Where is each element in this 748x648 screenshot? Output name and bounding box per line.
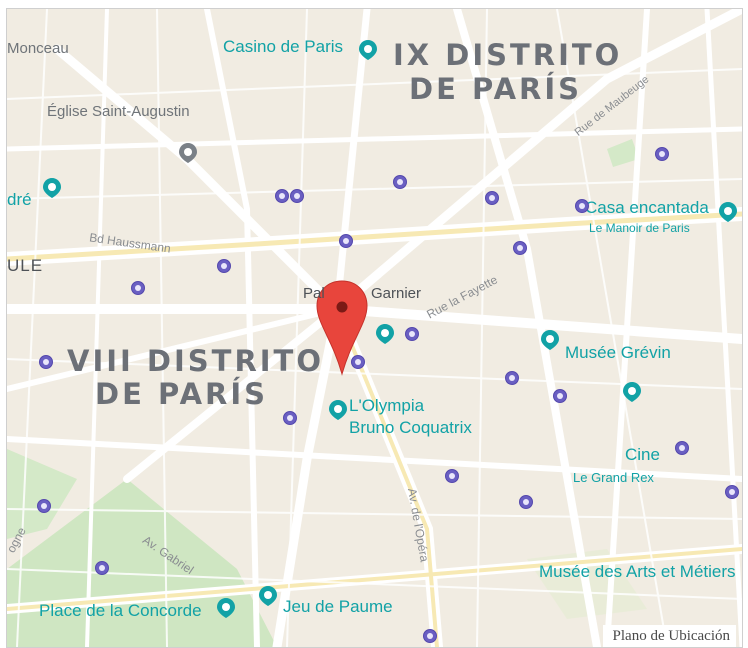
- place-pin-icon[interactable]: [257, 585, 279, 607]
- district-ix-line1: IX DISTRITO: [393, 38, 623, 72]
- poi-cine-label[interactable]: Cine: [625, 446, 660, 463]
- place-pin-icon[interactable]: [41, 177, 63, 199]
- poi-olympia-label[interactable]: L'Olympia: [349, 397, 424, 414]
- metro-station-icon[interactable]: [290, 189, 304, 203]
- metro-station-icon[interactable]: [393, 175, 407, 189]
- map-frame[interactable]: IX DISTRITO DE PARÍS VIII DISTRITO DE PA…: [6, 8, 743, 648]
- poi-palais-garnier-a[interactable]: Pal: [303, 286, 325, 301]
- poi-augustin-label[interactable]: Église Saint-Augustin: [47, 104, 190, 119]
- poi-musee-grevin-label[interactable]: Musée Grévin: [565, 344, 671, 361]
- area-monceau-label: Monceau: [7, 40, 69, 57]
- place-pin-icon[interactable]: [327, 399, 349, 421]
- poi-grand-rex-label[interactable]: Le Grand Rex: [573, 471, 654, 484]
- poi-jeu-paume-label[interactable]: Jeu de Paume: [283, 598, 393, 615]
- metro-station-icon[interactable]: [513, 241, 527, 255]
- map-caption: Plano de Ubicación: [602, 625, 736, 647]
- place-pin-icon[interactable]: [621, 381, 643, 403]
- metro-station-icon[interactable]: [445, 469, 459, 483]
- district-viii-line2: DE PARÍS: [95, 377, 269, 411]
- metro-station-icon[interactable]: [339, 234, 353, 248]
- metro-station-icon[interactable]: [725, 485, 739, 499]
- district-ix-line2: DE PARÍS: [409, 72, 583, 106]
- metro-station-icon[interactable]: [575, 199, 589, 213]
- place-pin-icon[interactable]: [539, 329, 561, 351]
- metro-station-icon[interactable]: [351, 355, 365, 369]
- district-viii-line1: VIII DISTRITO: [67, 344, 324, 378]
- metro-station-icon[interactable]: [37, 499, 51, 513]
- place-pin-icon[interactable]: [215, 597, 237, 619]
- poi-casino-label[interactable]: Casino de Paris: [223, 38, 343, 55]
- metro-station-icon[interactable]: [423, 629, 437, 643]
- metro-station-icon[interactable]: [275, 189, 289, 203]
- metro-station-icon[interactable]: [519, 495, 533, 509]
- metro-station-icon[interactable]: [655, 147, 669, 161]
- metro-station-icon[interactable]: [283, 411, 297, 425]
- poi-palais-garnier-b[interactable]: Garnier: [371, 286, 421, 301]
- poi-dre-label[interactable]: dré: [7, 191, 32, 208]
- metro-station-icon[interactable]: [131, 281, 145, 295]
- street-ule-label: ULE: [7, 256, 44, 275]
- place-pin-icon[interactable]: [357, 39, 379, 61]
- poi-bruno-label[interactable]: Bruno Coquatrix: [349, 419, 472, 436]
- poi-casa-encantada-label[interactable]: Casa encantada: [585, 199, 709, 216]
- place-pin-icon[interactable]: [177, 142, 199, 164]
- metro-station-icon[interactable]: [39, 355, 53, 369]
- poi-manoir-label[interactable]: Le Manoir de Paris: [589, 222, 690, 234]
- metro-station-icon[interactable]: [217, 259, 231, 273]
- metro-station-icon[interactable]: [505, 371, 519, 385]
- poi-arts-metiers-label[interactable]: Musée des Arts et Métiers: [539, 563, 736, 580]
- metro-station-icon[interactable]: [485, 191, 499, 205]
- poi-concorde-label[interactable]: Place de la Concorde: [39, 602, 202, 619]
- metro-station-icon[interactable]: [95, 561, 109, 575]
- metro-station-icon[interactable]: [675, 441, 689, 455]
- metro-station-icon[interactable]: [405, 327, 419, 341]
- metro-station-icon[interactable]: [553, 389, 567, 403]
- place-pin-icon[interactable]: [374, 323, 396, 345]
- place-pin-icon[interactable]: [717, 201, 739, 223]
